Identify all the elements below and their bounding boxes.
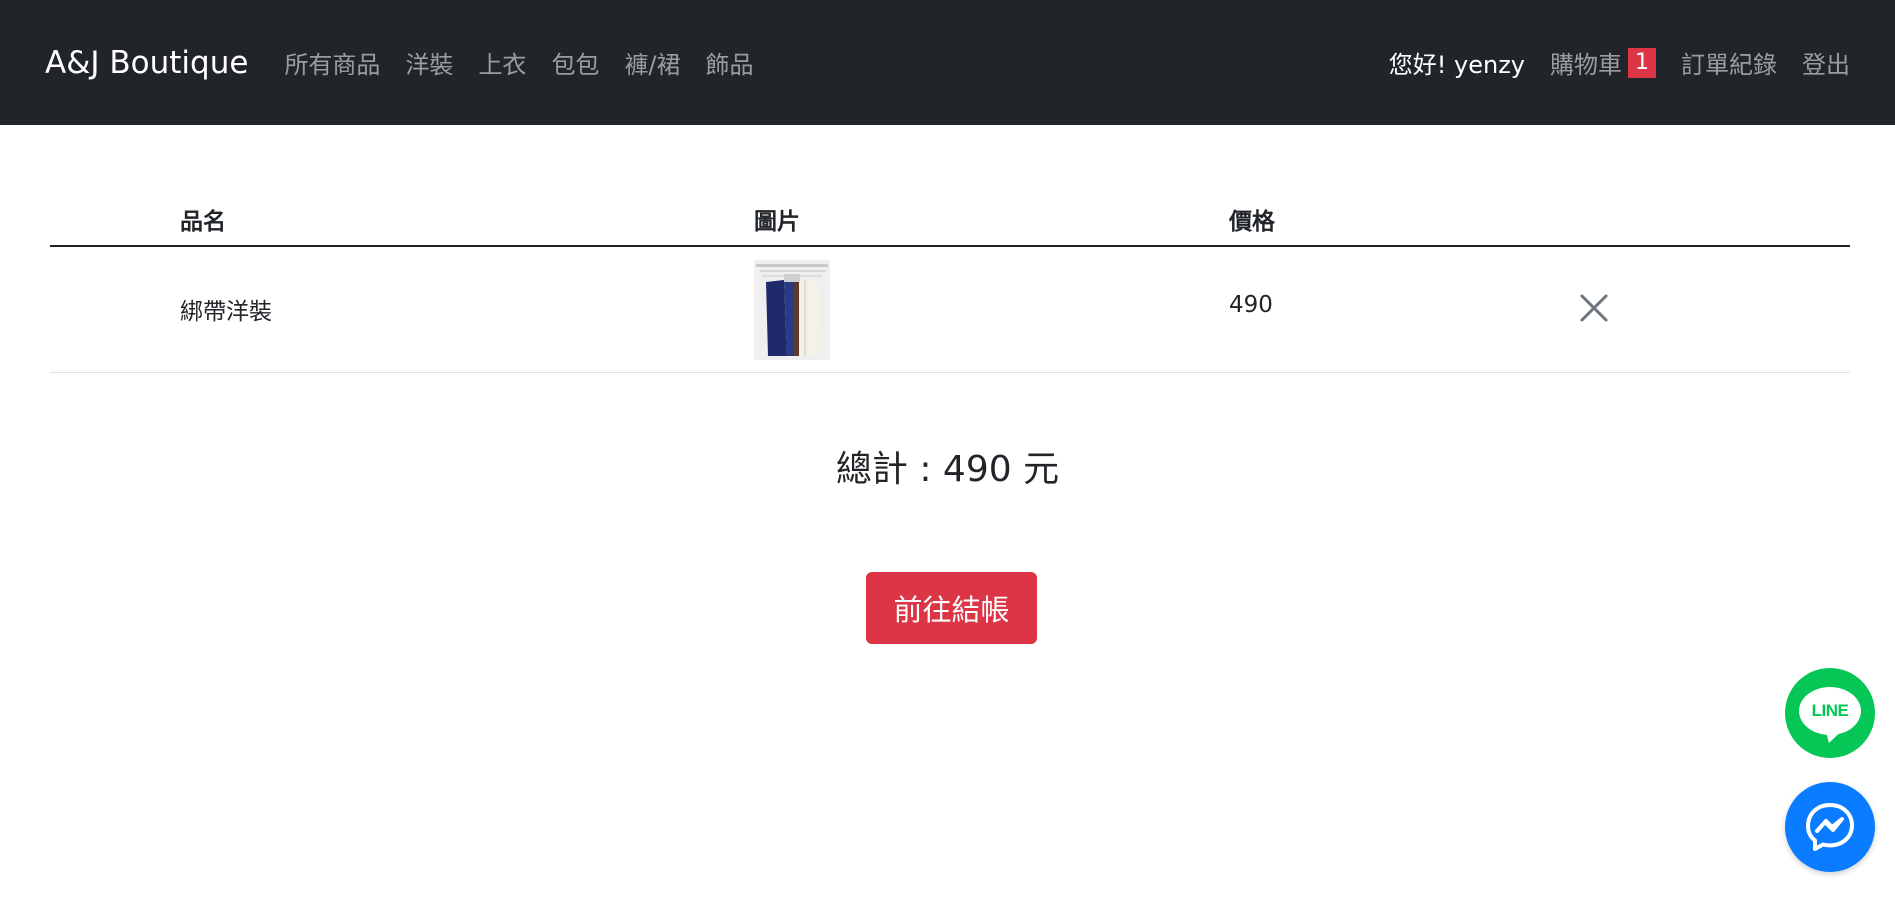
header-image: 圖片 <box>754 209 800 235</box>
header-product-name: 品名 <box>180 209 226 235</box>
user-nav: 您好! yenzy 購物車 1 訂單紀錄 登出 <box>1389 45 1850 80</box>
cart-count-badge: 1 <box>1628 47 1656 78</box>
messenger-icon <box>1806 803 1854 851</box>
cart-label: 購物車 <box>1550 51 1622 79</box>
header-price: 價格 <box>1229 209 1275 235</box>
nav-accessories[interactable]: 飾品 <box>706 45 754 80</box>
category-nav: 所有商品 洋裝 上衣 包包 褲/裙 飾品 <box>284 45 778 80</box>
nav-cart[interactable]: 購物車 1 <box>1550 45 1656 80</box>
nav-all-products[interactable]: 所有商品 <box>284 45 380 80</box>
nav-orders[interactable]: 訂單紀錄 <box>1681 45 1777 80</box>
top-navbar: A&J Boutique 所有商品 洋裝 上衣 包包 褲/裙 飾品 您好! ye… <box>0 0 1895 125</box>
line-label: LINE <box>1811 701 1849 720</box>
nav-dresses[interactable]: 洋裝 <box>405 45 453 80</box>
brand-logo[interactable]: A&J Boutique <box>45 45 248 81</box>
nav-logout[interactable]: 登出 <box>1802 45 1850 80</box>
product-name: 綁帶洋裝 <box>180 299 272 325</box>
product-image[interactable] <box>754 260 830 360</box>
nav-tops[interactable]: 上衣 <box>478 45 526 80</box>
close-icon <box>1580 294 1608 322</box>
remove-item-button[interactable] <box>1577 291 1611 325</box>
messenger-chat-button[interactable] <box>1785 782 1875 872</box>
line-chat-button[interactable]: LINE <box>1785 668 1875 758</box>
checkout-button[interactable]: 前往結帳 <box>866 572 1037 644</box>
table-row: 綁帶洋裝 490 <box>50 247 1850 373</box>
cart-table: 品名 圖片 價格 綁帶洋裝 490 <box>50 190 1850 373</box>
nav-bags[interactable]: 包包 <box>551 45 599 80</box>
nav-pants-skirts[interactable]: 褲/裙 <box>624 45 680 80</box>
order-total: 總計 : 490 元 <box>835 449 1060 490</box>
user-greeting: 您好! yenzy <box>1388 51 1525 79</box>
table-header: 品名 圖片 價格 <box>50 190 1850 247</box>
line-icon: LINE <box>1799 687 1861 735</box>
product-price: 490 <box>1229 292 1273 318</box>
